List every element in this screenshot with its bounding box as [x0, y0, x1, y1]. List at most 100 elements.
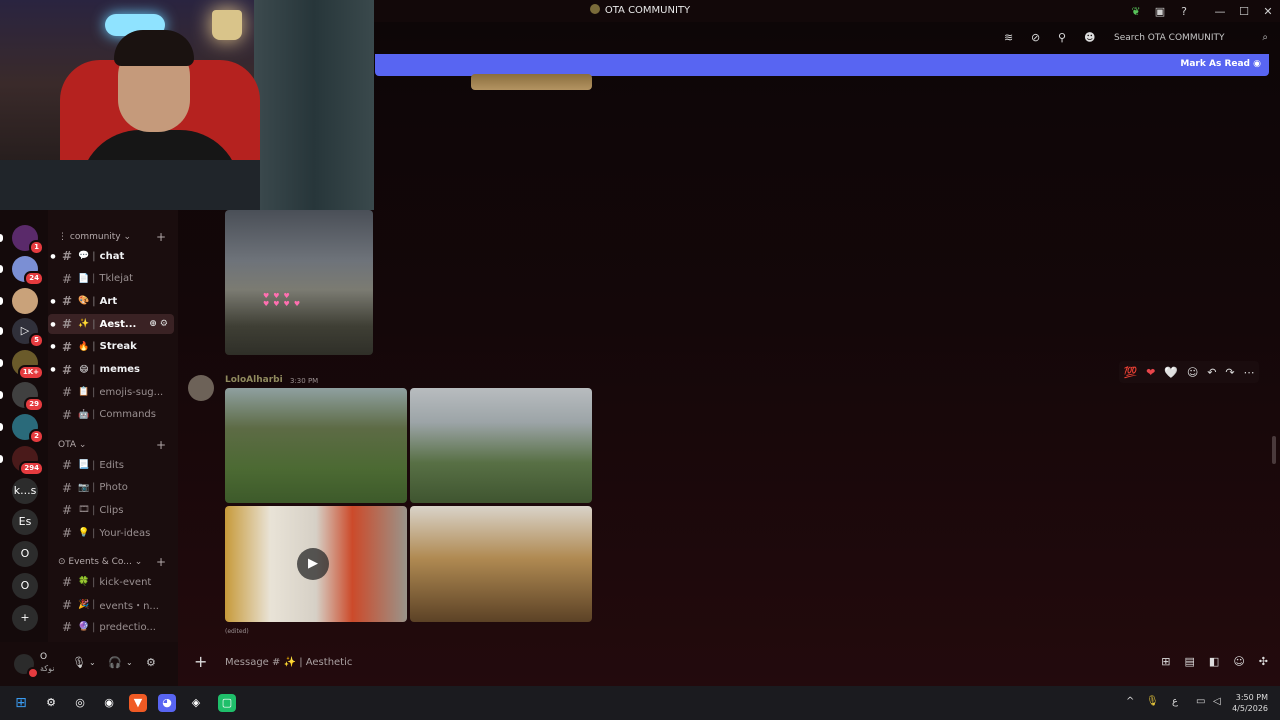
volume-icon[interactable]: ◁ — [1213, 696, 1221, 707]
audio-options-icon[interactable]: ⌄ — [126, 658, 133, 667]
channel-item[interactable]: # 🍀 | kick-event — [48, 572, 174, 592]
clock[interactable]: 3:50 PM 4/5/2026 — [1232, 692, 1268, 714]
maximize-button[interactable]: ☐ — [1232, 5, 1256, 18]
server-icon[interactable] — [12, 288, 38, 314]
mic-options-icon[interactable]: ⌄ — [89, 658, 96, 667]
server-icon[interactable]: 294 — [12, 446, 44, 476]
channel-item[interactable]: ● # 💬 | chat — [48, 246, 174, 266]
tray-mic-icon[interactable]: 🎙 — [1146, 696, 1159, 707]
category-ota[interactable]: OTA ⌄ + — [58, 438, 166, 452]
avatar[interactable] — [188, 375, 214, 401]
server-icon-8[interactable]: k...s — [12, 478, 38, 504]
server-icon-9[interactable]: Es — [12, 509, 38, 535]
server-icon[interactable]: 2 — [12, 414, 44, 444]
windows-start-icon[interactable]: ⊞ — [12, 694, 30, 712]
channel-item[interactable]: # 📷 | Photo — [48, 478, 174, 498]
gift-icon[interactable]: ⊞ — [1161, 655, 1170, 668]
channel-item[interactable]: ● # 🔥 | Streak — [48, 337, 174, 357]
gif-icon[interactable]: ▤ — [1185, 655, 1195, 668]
minimize-button[interactable]: — — [1208, 5, 1232, 18]
help-icon[interactable]: ? — [1172, 5, 1196, 18]
threads-icon[interactable]: ≋ — [1004, 31, 1013, 44]
add-reaction-icon[interactable]: ☺ — [1187, 366, 1198, 379]
channel-item[interactable]: # 📋 | emojis-sug... — [48, 382, 174, 402]
app-icon[interactable]: ◎ — [71, 694, 89, 712]
message-input[interactable]: Message # ✨ | Aesthetic — [225, 657, 352, 668]
gallery-image[interactable] — [410, 506, 592, 622]
server-icon[interactable]: 1 — [12, 225, 44, 255]
inbox-icon[interactable]: ▣ — [1148, 5, 1172, 18]
network-icon[interactable]: ▭ — [1196, 696, 1205, 707]
reaction-heart-icon[interactable]: ❤ — [1146, 366, 1155, 379]
sticker-icon[interactable]: ◧ — [1209, 655, 1219, 668]
add-channel-icon[interactable]: + — [156, 230, 166, 244]
upload-plus-icon[interactable]: + — [194, 652, 207, 671]
discord-icon[interactable]: ◕ — [158, 694, 176, 712]
add-channel-icon[interactable]: + — [156, 555, 166, 569]
app-icon[interactable]: ⚙ — [42, 694, 60, 712]
tray-chevron-icon[interactable]: ^ — [1126, 696, 1134, 707]
add-channel-icon[interactable]: + — [156, 438, 166, 452]
channel-item[interactable]: # 🤖 | Commands — [48, 405, 174, 425]
channel-item[interactable]: ● # ✨ | Aest... ⊕ ⚙ — [48, 314, 174, 335]
user-status: نوكة — [40, 664, 55, 673]
members-icon[interactable]: ☻ — [1084, 31, 1095, 44]
channel-item[interactable]: # 🔮 | predectio... — [48, 617, 174, 637]
language-indicator[interactable]: ع — [1172, 696, 1178, 707]
channel-item[interactable]: # 🎉 | events・n... — [48, 595, 174, 615]
close-button[interactable]: ✕ — [1256, 5, 1280, 18]
unread-pill — [0, 265, 3, 273]
search-input[interactable]: Search OTA COMMUNITY ⌕ — [1110, 30, 1272, 46]
channel-item[interactable]: # 🎞 | Clips — [48, 500, 174, 520]
channel-item[interactable]: # 📃 | Edits — [48, 455, 174, 475]
server-icon[interactable]: 29 — [12, 382, 44, 412]
channel-item[interactable]: # 💡 | Your-ideas — [48, 523, 174, 543]
message-author[interactable]: LoloAlharbi — [225, 375, 283, 385]
username[interactable]: O — [40, 652, 47, 662]
emoji-icon[interactable]: ☺ — [1233, 655, 1244, 668]
app-icon[interactable]: ◉ — [100, 694, 118, 712]
headphones-icon[interactable]: 🎧 — [108, 656, 122, 669]
gallery-image[interactable] — [410, 388, 592, 503]
apps-icon[interactable]: ✣ — [1259, 655, 1268, 668]
mark-as-read-button[interactable]: Mark As Read ◉ — [1180, 59, 1261, 69]
reaction-white-heart-icon[interactable]: 🤍 — [1164, 366, 1178, 379]
settings-gear-icon[interactable]: ⚙ — [146, 656, 156, 669]
channel-settings-icon[interactable]: ⊕ ⚙ — [149, 319, 174, 329]
category-community[interactable]: ⋮ community ⌄ + — [58, 230, 166, 244]
server-icon-10[interactable]: O — [12, 541, 38, 567]
separator: | — [92, 504, 96, 516]
image-attachment[interactable]: ♥♥♥ ♥♥♥♥ — [225, 210, 373, 355]
brave-icon[interactable]: ▼ — [129, 694, 147, 712]
steam-icon[interactable]: ◈ — [187, 694, 205, 712]
channel-item[interactable]: ● # 😄 | memes — [48, 360, 174, 380]
reaction-100-icon[interactable]: 💯 — [1123, 366, 1137, 379]
server-icon-3[interactable]: ▷ 5 — [12, 318, 44, 348]
channel-emoji-icon: 🍀 — [78, 577, 90, 587]
unread-pill — [0, 455, 3, 463]
curtain — [254, 0, 374, 210]
app-icon[interactable]: ▢ — [218, 694, 236, 712]
channel-item[interactable]: # 📄 | Tklejat — [48, 269, 174, 289]
pin-icon[interactable]: ⚲ — [1058, 31, 1066, 44]
more-icon[interactable]: ⋯ — [1244, 366, 1255, 379]
server-icon-11[interactable]: O — [12, 573, 38, 599]
leaf-icon[interactable]: ❦ — [1124, 5, 1148, 18]
server-icon[interactable]: 24 — [12, 256, 44, 286]
message-composer[interactable]: + Message # ✨ | Aesthetic ⊞ ▤ ◧ ☺ ✣ — [182, 646, 1274, 680]
channel-item[interactable]: ● # 🎨 | Art — [48, 291, 174, 311]
gallery-video[interactable]: ▶ — [225, 506, 407, 622]
scrollbar[interactable] — [1272, 436, 1276, 464]
server-icon[interactable]: 1K+ — [12, 350, 44, 380]
server-icon-12[interactable]: + — [12, 605, 38, 631]
forward-icon[interactable]: ↷ — [1225, 366, 1234, 379]
message-timestamp: 3:30 PM — [290, 377, 319, 385]
category-events[interactable]: ⊙ Events & Co... ⌄ + — [58, 555, 166, 569]
new-messages-bar[interactable]: Mark As Read ◉ — [375, 54, 1269, 76]
reply-icon[interactable]: ↶ — [1207, 366, 1216, 379]
play-icon[interactable]: ▶ — [297, 548, 329, 580]
image-attachment[interactable] — [471, 74, 592, 90]
gallery-image[interactable] — [225, 388, 407, 503]
bell-off-icon[interactable]: ⊘ — [1031, 31, 1040, 44]
microphone-icon[interactable]: 🎙 — [72, 656, 86, 669]
